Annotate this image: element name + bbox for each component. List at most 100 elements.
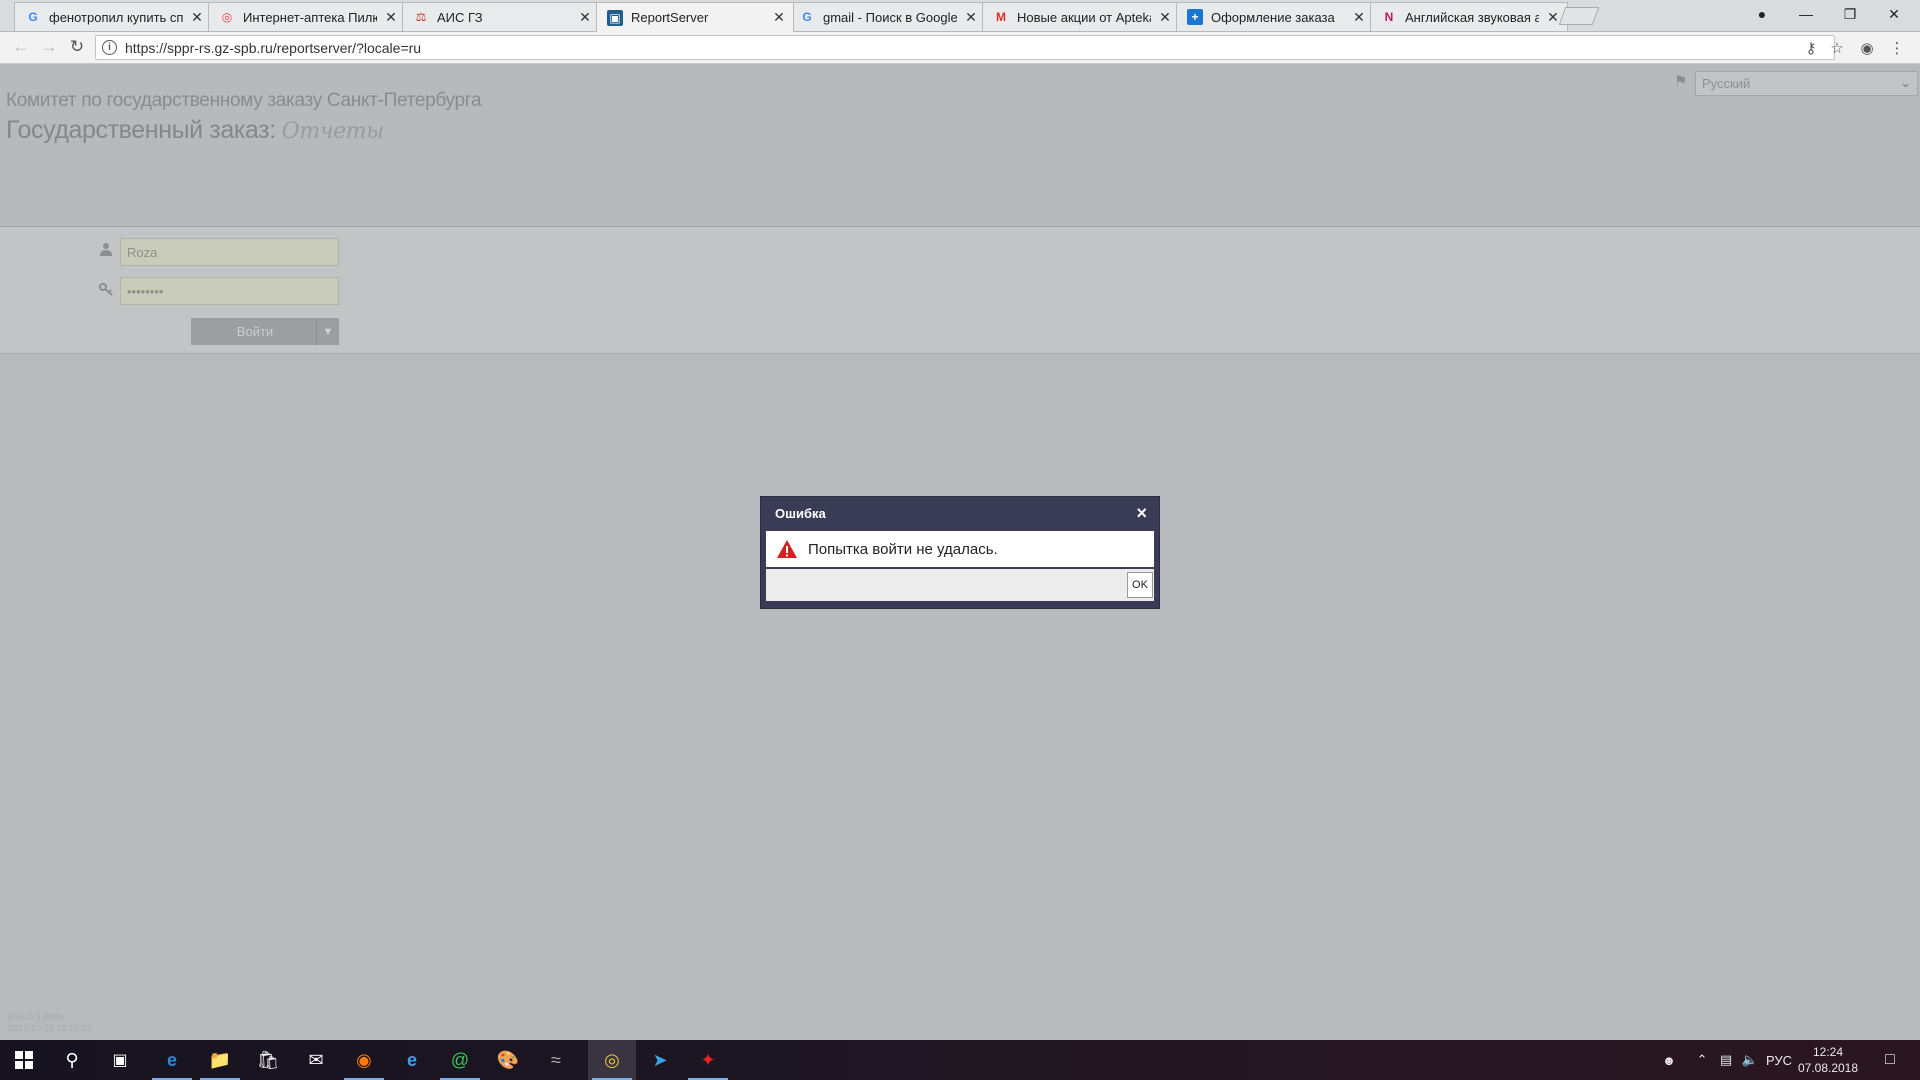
browser-toolbar: ← → ↻ i https://sppr-rs.gz-spb.ru/report… <box>0 32 1920 64</box>
mail-ru-agent-icon[interactable]: @ <box>436 1040 484 1080</box>
forward-button[interactable]: → <box>38 36 60 58</box>
firefox-icon[interactable]: ◉ <box>340 1040 388 1080</box>
google-g-icon: G <box>28 10 38 24</box>
back-button[interactable]: ← <box>10 36 32 58</box>
internet-explorer-icon[interactable]: e <box>388 1040 436 1080</box>
error-message: Попытка войти не удалась. <box>808 540 998 558</box>
google-g-icon: G <box>802 10 812 24</box>
tab-close-icon[interactable]: ✕ <box>1351 9 1367 26</box>
file-explorer-icon[interactable]: 📁 <box>196 1040 244 1080</box>
tab-title: Интернет-аптека Пилюли <box>243 9 377 25</box>
plus-cross-icon: + <box>1187 9 1203 25</box>
build-date-line: 2017-10-25 19:15:32 <box>8 1023 92 1033</box>
browser-tab[interactable]: M Новые акции от Apteka ✕ <box>982 2 1180 31</box>
network-icon[interactable]: ▤ <box>1714 1040 1738 1080</box>
tab-close-icon[interactable]: ✕ <box>189 9 205 26</box>
language-select[interactable]: Русский ⌄ <box>1695 71 1918 96</box>
browser-tab[interactable]: Gфенотропил купить спб ✕ <box>14 2 212 31</box>
tab-close-icon[interactable]: ✕ <box>963 9 979 26</box>
chrome-icon[interactable]: ◎ <box>588 1040 636 1080</box>
tab-close-icon[interactable]: ✕ <box>383 9 399 26</box>
clock-time: 12:24 <box>1812 1045 1844 1059</box>
site-info-icon[interactable]: i <box>102 40 117 55</box>
browser-tab[interactable]: + Оформление заказа ✕ <box>1176 2 1374 31</box>
ok-button[interactable]: OK <box>1127 572 1153 598</box>
tray-chevron-up-icon[interactable]: ⌃ <box>1690 1040 1714 1080</box>
key-icon[interactable]: ⚷ <box>1800 37 1822 59</box>
menu-dots-icon[interactable]: ⋮ <box>1886 37 1908 59</box>
browser-tab[interactable]: ◎ Интернет-аптека Пилюли ✕ <box>208 2 406 31</box>
chevron-down-icon: ⌄ <box>1900 75 1911 90</box>
browser-tab[interactable]: ▣ ReportServer ✕ <box>596 2 794 32</box>
gmail-m-icon: M <box>996 10 1006 24</box>
site-title-text: Государственный заказ: <box>6 116 276 144</box>
flag-icon: ⚑ <box>1674 73 1688 90</box>
tab-title: фенотропил купить спб <box>49 9 183 25</box>
search-icon[interactable]: ⚲ <box>48 1040 96 1080</box>
paint-icon[interactable]: 🎨 <box>484 1040 532 1080</box>
app-stripes-icon[interactable]: ≈ <box>532 1040 580 1080</box>
password-input[interactable]: •••••••• <box>120 277 339 305</box>
tab-close-icon[interactable]: ✕ <box>1157 9 1173 26</box>
tab-close-icon[interactable]: ✕ <box>577 9 593 26</box>
version-line: RS3.0.3.8000 <box>8 1012 64 1022</box>
volume-icon[interactable]: 🔈 <box>1738 1040 1762 1080</box>
tab-title: ReportServer <box>631 10 709 25</box>
close-window-button[interactable]: ✕ <box>1872 0 1916 28</box>
organization-name: Комитет по государственному заказу Санкт… <box>6 90 482 111</box>
messenger-icon[interactable]: ➤ <box>636 1040 684 1080</box>
address-bar[interactable]: i https://sppr-rs.gz-spb.ru/reportserver… <box>95 35 1835 60</box>
site-subtitle-script: Отчеты <box>281 119 384 144</box>
people-icon[interactable]: ☻ <box>1656 1040 1682 1080</box>
tab-title: Оформление заказа <box>1211 9 1335 25</box>
site-title: Государственный заказ: Отчеты <box>6 116 384 145</box>
pill-icon: ◎ <box>221 10 233 24</box>
address-url: https://sppr-rs.gz-spb.ru/reportserver/?… <box>125 39 422 56</box>
key-icon <box>98 281 114 297</box>
dialog-close-button[interactable]: × <box>1136 503 1147 524</box>
browser-tab[interactable]: Ggmail - Поиск в Google ✕ <box>788 2 986 31</box>
version-info: RS3.0.3.8000 2017-10-25 19:15:32 <box>8 1012 92 1034</box>
profile-icon[interactable]: ● <box>1740 0 1784 28</box>
username-input[interactable]: Roza <box>120 238 339 266</box>
username-value: Roza <box>127 244 158 260</box>
chevron-down-icon[interactable]: ▼ <box>316 318 339 345</box>
task-view-icon[interactable]: ▣ <box>96 1040 144 1080</box>
dialog-title: Ошибка <box>775 506 826 521</box>
acrobat-icon[interactable]: ✦ <box>684 1040 732 1080</box>
store-icon[interactable]: 🛍 <box>244 1040 292 1080</box>
mail-icon[interactable]: ✉ <box>292 1040 340 1080</box>
dialog-footer: OK <box>766 569 1154 601</box>
login-button-label: Войти <box>236 324 274 339</box>
clock[interactable]: 12:24 07.08.2018 <box>1790 1044 1866 1076</box>
new-tab-button[interactable] <box>1558 7 1600 25</box>
bookmark-star-icon[interactable]: ☆ <box>1826 37 1848 59</box>
browser-tab[interactable]: ⚖ АИС ГЗ ✕ <box>402 2 600 31</box>
language-value: Русский <box>1702 76 1751 91</box>
tab-title: gmail - Поиск в Google <box>823 9 957 25</box>
windows-start-icon[interactable] <box>0 1040 48 1080</box>
report-server-icon: ▣ <box>607 9 623 26</box>
login-button[interactable]: Войти ▼ <box>191 318 339 345</box>
clock-date: 07.08.2018 <box>1797 1061 1859 1075</box>
reload-button[interactable]: ↻ <box>66 36 88 58</box>
warning-icon <box>777 540 797 558</box>
restore-button[interactable]: ❐ <box>1828 0 1872 28</box>
password-value: •••••••• <box>127 283 164 299</box>
tab-title: Новые акции от Apteka <box>1017 9 1151 25</box>
browser-tab[interactable]: NАнглийская звуковая азбука✕ <box>1370 2 1568 31</box>
tab-title: АИС ГЗ <box>437 9 483 25</box>
ais-icon: ⚖ <box>415 10 427 24</box>
user-icon <box>98 241 114 257</box>
windows-taskbar: ⚲ ▣ e 📁 🛍 ✉ ◉ e @ 🎨 ≈ ◎ ➤ ✦ ☻ ⌃ ▤ 🔈 РУС … <box>0 1040 1920 1080</box>
tab-close-icon[interactable]: ✕ <box>771 9 787 26</box>
edge-icon[interactable]: e <box>148 1040 196 1080</box>
error-dialog: Ошибка × Попытка войти не удалась. OK <box>760 496 1160 609</box>
tab-title: Английская звуковая азбука <box>1405 9 1539 25</box>
dialog-body: Попытка войти не удалась. <box>766 531 1154 567</box>
nini-icon: N <box>1384 10 1394 24</box>
page-header: Комитет по государственному заказу Санкт… <box>0 64 1920 227</box>
extension-icon[interactable]: ◉ <box>1856 37 1878 59</box>
minimize-button[interactable]: — <box>1784 0 1828 28</box>
notifications-icon[interactable]: □ <box>1870 1040 1910 1080</box>
